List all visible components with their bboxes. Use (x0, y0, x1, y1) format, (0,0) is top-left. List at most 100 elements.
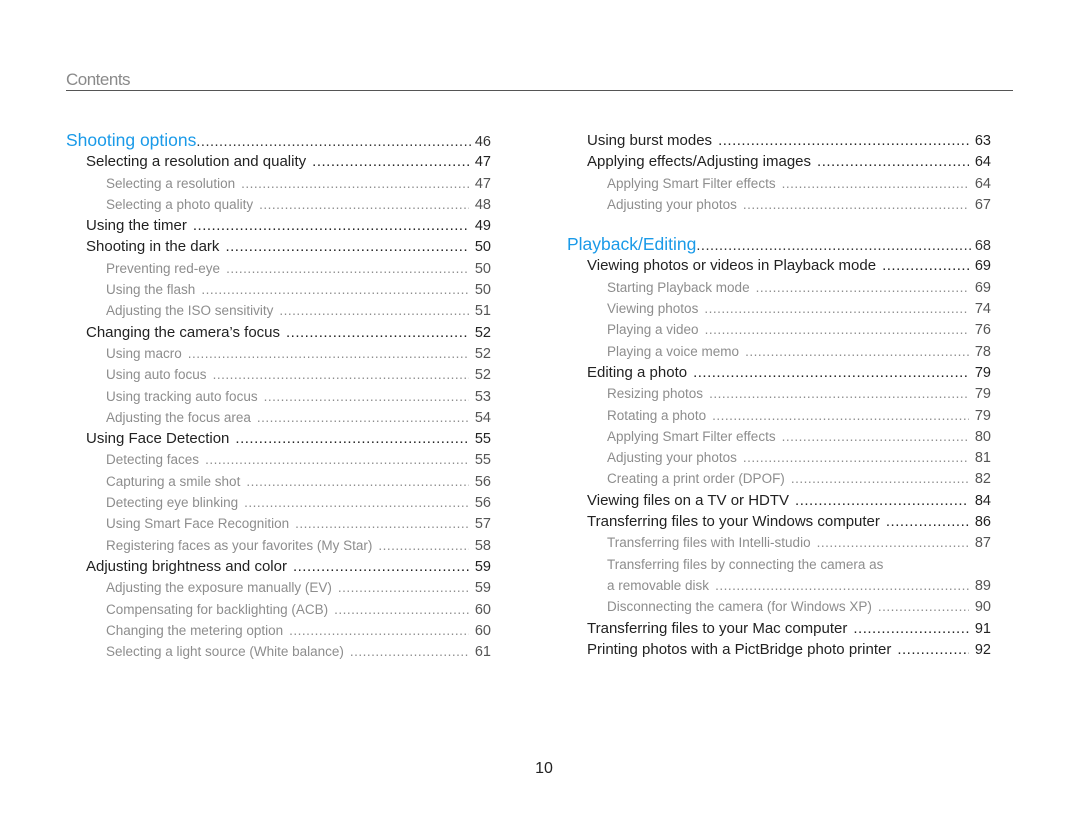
toc-section-heading[interactable]: Playback/Editing 68 (567, 234, 991, 255)
toc-entry[interactable]: Applying effects/Adjusting images 64 (567, 151, 991, 172)
toc-subentry[interactable]: a removable disk 89 (567, 575, 991, 596)
toc-page-number: 69 (974, 258, 991, 275)
toc-entry[interactable]: Transferring files to your Windows compu… (567, 511, 991, 532)
toc-subentry[interactable]: Adjusting the ISO sensitivity 51 (66, 300, 491, 321)
toc-subentry[interactable]: Disconnecting the camera (for Windows XP… (567, 596, 991, 617)
toc-entry[interactable]: Using the timer 49 (66, 215, 491, 236)
toc-entry-text: Detecting eye blinking (106, 495, 239, 511)
toc-subentry[interactable]: Applying Smart Filter effects 80 (567, 426, 991, 447)
dot-leader (817, 532, 969, 553)
toc-subentry[interactable]: Registering faces as your favorites (My … (66, 535, 491, 556)
toc-subentry[interactable]: Playing a voice memo 78 (567, 341, 991, 362)
toc-subentry[interactable]: Detecting eye blinking 56 (66, 492, 491, 513)
toc-subentry[interactable]: Compensating for backlighting (ACB) 60 (66, 599, 491, 620)
dot-leader (696, 236, 972, 257)
toc-subentry[interactable]: Creating a print order (DPOF) 82 (567, 468, 991, 489)
toc-entry-text: Viewing photos or videos in Playback mod… (587, 257, 877, 275)
toc-entry-text: Adjusting the ISO sensitivity (106, 303, 274, 319)
toc-entry-text: Selecting a resolution (106, 175, 236, 191)
toc-subentry[interactable]: Selecting a resolution 47 (66, 173, 491, 194)
toc-page-number: 79 (974, 386, 991, 403)
toc-page-number: 54 (474, 409, 491, 426)
toc-entry[interactable]: Using burst modes 63 (567, 130, 991, 151)
toc-page-number: 79 (974, 364, 991, 381)
dot-leader (241, 173, 469, 194)
toc-subentry[interactable]: Adjusting the exposure manually (EV) 59 (66, 577, 491, 598)
toc-entry-text: Applying Smart Filter effects (607, 175, 776, 191)
toc-subentry[interactable]: Rotating a photo 79 (567, 405, 991, 426)
toc-subentry[interactable]: Preventing red-eye 50 (66, 258, 491, 279)
dot-leader (693, 362, 969, 383)
toc-entry[interactable]: Viewing files on a TV or HDTV 84 (567, 490, 991, 511)
toc-entry-text: Creating a print order (DPOF) (607, 471, 785, 487)
toc-page-number: 56 (474, 495, 491, 512)
toc-entry[interactable]: Using Face Detection 55 (66, 428, 491, 449)
toc-subentry[interactable]: Using Smart Face Recognition 57 (66, 513, 491, 534)
page-number: 10 (535, 760, 553, 777)
toc-entry-text-continued: a removable disk (607, 577, 710, 593)
toc-entry-text: Disconnecting the camera (for Windows XP… (607, 599, 872, 615)
dot-leader (226, 258, 469, 279)
toc-page-number: 91 (974, 620, 991, 637)
toc-entry-text: Transferring files by connecting the cam… (607, 556, 884, 572)
dot-leader (188, 343, 469, 364)
toc-subentry[interactable]: Adjusting the focus area 54 (66, 407, 491, 428)
toc-subentry[interactable]: Viewing photos 74 (567, 298, 991, 319)
toc-subentry[interactable]: Using macro 52 (66, 343, 491, 364)
toc-subentry-line[interactable]: Transferring files by connecting the cam… (567, 554, 991, 575)
dot-leader (709, 383, 969, 404)
header-rule (66, 90, 1013, 91)
toc-entry-text: Changing the camera’s focus (86, 323, 281, 341)
toc-entry-text: Shooting in the dark (86, 238, 220, 256)
toc-page-number: 56 (474, 473, 491, 490)
toc-subentry[interactable]: Using the flash 50 (66, 279, 491, 300)
toc-page-number: 52 (474, 324, 491, 341)
toc-subentry[interactable]: Selecting a light source (White balance)… (66, 641, 491, 662)
toc-subentry[interactable]: Applying Smart Filter effects 64 (567, 173, 991, 194)
toc-entry[interactable]: Adjusting brightness and color 59 (66, 556, 491, 577)
toc-page-number: 67 (974, 196, 991, 213)
toc-subentry[interactable]: Adjusting your photos 67 (567, 194, 991, 215)
dot-leader (743, 194, 969, 215)
dot-leader (745, 341, 969, 362)
toc-page-number: 81 (974, 450, 991, 467)
toc-section-heading[interactable]: Shooting options 46 (66, 130, 491, 151)
toc-entry[interactable]: Printing photos with a PictBridge photo … (567, 639, 991, 660)
toc-subentry[interactable]: Capturing a smile shot 56 (66, 471, 491, 492)
toc-entry-text: Using the flash (106, 282, 196, 298)
toc-entry-text: Selecting a light source (White balance) (106, 644, 344, 660)
toc-page-number: 59 (474, 558, 491, 575)
toc-entry[interactable]: Viewing photos or videos in Playback mod… (567, 255, 991, 276)
dot-leader (853, 618, 968, 639)
toc-entry-text: Shooting options (66, 130, 197, 150)
toc-subentry[interactable]: Adjusting your photos 81 (567, 447, 991, 468)
dot-leader (205, 449, 469, 470)
toc-entry[interactable]: Changing the camera’s focus 52 (66, 322, 491, 343)
dot-leader (193, 215, 469, 236)
toc-subentry[interactable]: Using auto focus 52 (66, 364, 491, 385)
toc-subentry[interactable]: Starting Playback mode 69 (567, 277, 991, 298)
toc-subentry[interactable]: Resizing photos 79 (567, 383, 991, 404)
toc-page-number: 64 (974, 154, 991, 171)
toc-entry-text: Applying effects/Adjusting images (587, 153, 812, 171)
toc-subentry[interactable]: Playing a video 76 (567, 319, 991, 340)
dot-leader (213, 364, 469, 385)
toc-entry-text: Rotating a photo (607, 407, 707, 423)
toc-page-number: 74 (974, 301, 991, 318)
toc-entry-text: Using Face Detection (86, 430, 230, 448)
toc-entry[interactable]: Transferring files to your Mac computer 9… (567, 618, 991, 639)
toc-subentry[interactable]: Detecting faces 55 (66, 449, 491, 470)
toc-entry[interactable]: Editing a photo 79 (567, 362, 991, 383)
toc-subentry[interactable]: Selecting a photo quality 48 (66, 194, 491, 215)
toc-page-number: 64 (974, 175, 991, 192)
toc-entry[interactable]: Shooting in the dark 50 (66, 236, 491, 257)
toc-page-number: 50 (474, 239, 491, 256)
dot-leader (712, 405, 969, 426)
toc-subentry[interactable]: Changing the metering option 60 (66, 620, 491, 641)
toc-subentry[interactable]: Transferring files with Intelli-studio 87 (567, 532, 991, 553)
toc-page-number: 51 (474, 303, 491, 320)
dot-leader (257, 407, 469, 428)
toc-entry-text: Using tracking auto focus (106, 388, 258, 404)
toc-entry[interactable]: Selecting a resolution and quality 47 (66, 151, 491, 172)
toc-subentry[interactable]: Using tracking auto focus 53 (66, 386, 491, 407)
